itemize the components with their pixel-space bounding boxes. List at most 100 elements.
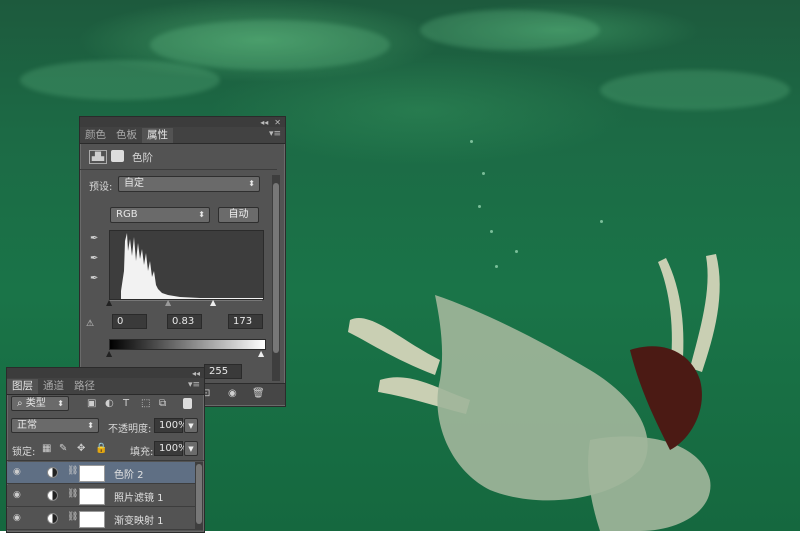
layer-filter-select[interactable]: ⌕ 类型 ⬍	[11, 396, 69, 411]
input-gamma-field[interactable]: 0.83	[167, 314, 202, 329]
fill-label: 填充:	[130, 447, 154, 458]
filter-value: 类型	[25, 398, 46, 409]
layer-row[interactable]: ◉ ⛓ 色阶 2	[7, 462, 200, 484]
adjustment-layer-icon	[47, 490, 58, 501]
lock-icon[interactable]: 🔒	[95, 443, 107, 455]
blend-mode-select[interactable]: 正常 ⬍	[11, 418, 99, 433]
layers-tabs: 图层 通道 路径 ▾≡	[7, 378, 204, 395]
histogram-graph	[121, 233, 263, 299]
layer-mask-icon[interactable]	[111, 150, 124, 162]
levels-adjustment-icon: ▟▙	[89, 150, 107, 164]
filter-toggle-icon[interactable]	[183, 398, 192, 409]
tab-swatches[interactable]: 色板	[111, 128, 142, 143]
panel-topbar: ◂◂ ✕	[80, 117, 285, 127]
lock-position-icon[interactable]: ✥	[77, 443, 85, 455]
water-ripple	[600, 70, 790, 110]
layers-scrollbar[interactable]	[195, 462, 203, 530]
trash-icon[interactable]: 🗑	[252, 388, 265, 400]
lock-brush-icon[interactable]: ✎	[59, 443, 67, 455]
chevron-updown-icon: ⬍	[198, 210, 205, 219]
bubble	[478, 205, 481, 208]
eye-icon[interactable]: ◉	[13, 490, 21, 500]
panel-menu-icon[interactable]: ▾≡	[269, 129, 281, 139]
link-icon[interactable]: ⛓	[67, 512, 78, 522]
input-white-field[interactable]: 173	[228, 314, 263, 329]
fill-dropdown-icon[interactable]: ▼	[184, 441, 198, 456]
adjustment-title: 色阶	[132, 152, 153, 164]
channel-value: RGB	[116, 209, 138, 220]
adjustment-layer-icon	[47, 467, 58, 478]
layer-row[interactable]: ◉ ⛓ 照片滤镜 1	[7, 485, 200, 507]
input-slider-track	[109, 300, 262, 301]
tab-paths[interactable]: 路径	[69, 379, 100, 394]
layer-mask-thumbnail[interactable]	[79, 511, 105, 528]
properties-tabs: 颜色 色板 属性 ▾≡	[80, 127, 285, 144]
search-icon: ⌕	[17, 398, 26, 409]
properties-scrollbar[interactable]	[272, 175, 280, 381]
layer-mask-thumbnail[interactable]	[79, 465, 105, 482]
panel-menu-icon[interactable]: ▾≡	[188, 380, 200, 390]
filter-pixel-icon[interactable]: ▣	[87, 398, 96, 410]
eyedropper-black-icon[interactable]: ✒	[90, 233, 98, 245]
preset-value: 自定	[124, 178, 144, 189]
water-ripple	[150, 20, 390, 70]
link-icon[interactable]: ⛓	[67, 489, 78, 499]
preset-label: 预设:	[89, 182, 113, 193]
tab-channels[interactable]: 通道	[38, 379, 69, 394]
tab-color[interactable]: 颜色	[80, 128, 111, 143]
clipping-warning-icon[interactable]: ⚠	[86, 318, 94, 330]
layers-panel: ◂◂ 图层 通道 路径 ▾≡ ⌕ 类型 ⬍ ▣ ◐ T ⬚ ⧉ 正常 ⬍ 不透明…	[6, 367, 205, 533]
bubble	[470, 140, 473, 143]
eye-icon[interactable]: ◉	[13, 513, 21, 523]
collapse-panel-icon[interactable]: ◂◂	[260, 118, 268, 127]
filter-adjustment-icon[interactable]: ◐	[105, 398, 114, 410]
layer-row[interactable]: ◉ ⛓ 渐变映射 1	[7, 508, 200, 530]
visibility-eye-icon[interactable]: ◉	[228, 388, 237, 400]
layer-mask-thumbnail[interactable]	[79, 488, 105, 505]
output-black-slider[interactable]: ▲	[106, 348, 112, 360]
bubble	[490, 230, 493, 233]
divider	[80, 169, 277, 170]
filter-shape-icon[interactable]: ⬚	[141, 398, 150, 410]
eyedropper-white-icon[interactable]: ✒	[90, 273, 98, 285]
close-panel-icon[interactable]: ✕	[274, 118, 281, 127]
black-point-slider[interactable]: ▲	[106, 297, 112, 309]
opacity-dropdown-icon[interactable]: ▼	[184, 418, 198, 433]
tab-layers[interactable]: 图层	[7, 379, 38, 394]
link-icon[interactable]: ⛓	[67, 466, 78, 476]
lock-transparency-icon[interactable]: ▦	[42, 443, 51, 455]
scroll-thumb[interactable]	[273, 183, 279, 353]
filter-type-icon[interactable]: T	[123, 398, 129, 410]
gamma-slider[interactable]: ▲	[165, 297, 171, 309]
water-ripple	[420, 10, 600, 50]
underwater-figure	[348, 254, 720, 531]
auto-button[interactable]: 自动	[218, 207, 259, 223]
opacity-field[interactable]: 100%	[154, 418, 188, 433]
collapse-panel-icon[interactable]: ◂◂	[192, 369, 200, 378]
filter-smart-object-icon[interactable]: ⧉	[159, 398, 166, 410]
white-point-slider[interactable]: ▲	[210, 297, 216, 309]
preset-select[interactable]: 自定 ⬍	[118, 176, 260, 192]
chevron-updown-icon: ⬍	[248, 179, 255, 188]
scroll-thumb[interactable]	[196, 464, 202, 524]
water-ripple	[20, 60, 220, 100]
divider	[7, 460, 204, 461]
eye-icon[interactable]: ◉	[13, 467, 21, 477]
input-black-field[interactable]: 0	[112, 314, 147, 329]
lock-label: 锁定:	[12, 447, 36, 458]
output-white-field[interactable]: 255	[204, 364, 242, 379]
panel-topbar: ◂◂	[7, 368, 204, 378]
layer-name: 色阶 2	[114, 470, 144, 481]
levels-histogram	[109, 230, 264, 300]
layer-name: 渐变映射 1	[114, 516, 164, 527]
tab-properties[interactable]: 属性	[142, 128, 173, 143]
bubble	[600, 220, 603, 223]
opacity-label: 不透明度:	[108, 424, 152, 435]
properties-panel: ◂◂ ✕ 颜色 色板 属性 ▾≡ ▟▙ 色阶 预设: 自定 ⬍ RGB ⬍ 自动…	[79, 116, 286, 407]
output-gradient	[109, 339, 266, 350]
fill-field[interactable]: 100%	[154, 441, 188, 456]
adjustment-layer-icon	[47, 513, 58, 524]
output-white-slider[interactable]: ▲	[258, 348, 264, 360]
eyedropper-gray-icon[interactable]: ✒	[90, 253, 98, 265]
channel-select[interactable]: RGB ⬍	[110, 207, 210, 223]
